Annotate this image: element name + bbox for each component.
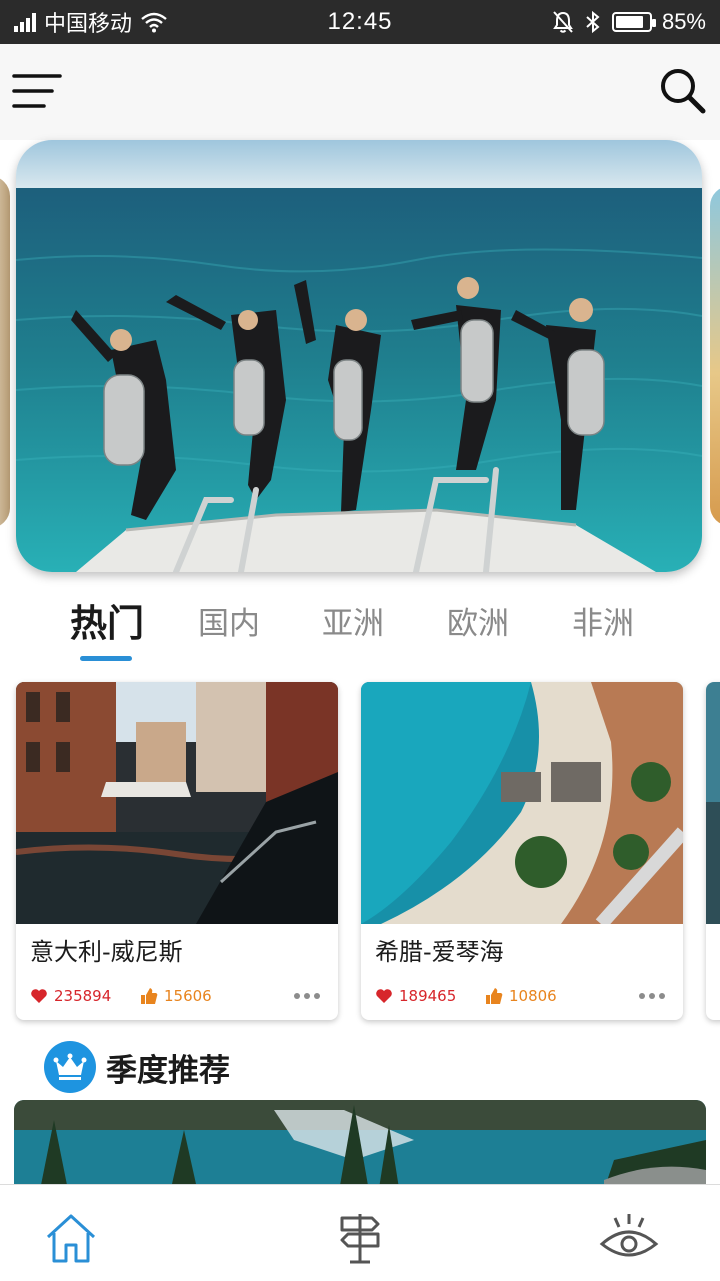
hamburger-menu-icon[interactable] [12, 72, 64, 112]
season-title: 季度推荐 [106, 1052, 230, 1089]
eye-icon [599, 1214, 659, 1257]
tab-hot[interactable]: 热门 [52, 590, 162, 650]
more-options-icon[interactable] [290, 989, 324, 1003]
signpost-icon [340, 1214, 380, 1264]
battery-percent: 85% [661, 9, 706, 34]
active-tab-indicator [80, 656, 132, 661]
more-options-icon[interactable] [635, 989, 669, 1003]
destination-title: 意大利-威尼斯 [30, 938, 183, 966]
thumbs-count[interactable]: 15606 [140, 987, 212, 1005]
destination-stats: 235894 15606 [30, 982, 324, 1010]
destination-card-aegean[interactable]: 希腊-爱琴海 189465 10806 [361, 682, 683, 1020]
carousel-next-slide[interactable] [710, 186, 720, 526]
likes-count[interactable]: 235894 [30, 987, 140, 1005]
thumbs-up-icon [141, 988, 158, 1004]
nav-guide[interactable] [325, 1203, 395, 1273]
mute-bell-icon [553, 11, 573, 33]
likes-value: 189465 [399, 987, 457, 1005]
tab-asia[interactable]: 亚洲 [298, 590, 408, 650]
carousel-prev-slide[interactable] [0, 176, 10, 528]
tab-domestic[interactable]: 国内 [174, 590, 284, 650]
thumbs-up-icon [486, 988, 503, 1004]
category-tabs: 热门 国内 亚洲 欧洲 非洲 [0, 590, 720, 670]
season-section-header: 季度推荐 [44, 1038, 230, 1096]
heart-icon [31, 989, 47, 1003]
venice-canal-photo [16, 682, 338, 924]
destination-card-next[interactable] [706, 682, 720, 1020]
destination-card-venice[interactable]: 意大利-威尼斯 235894 15606 [16, 682, 338, 1020]
app-header [0, 44, 720, 140]
battery-icon [611, 12, 656, 32]
likes-count[interactable]: 189465 [375, 987, 485, 1005]
status-bar: 中国移动 12:45 85% [0, 0, 720, 44]
thumbs-value: 10806 [509, 987, 557, 1005]
bottom-navigation [0, 1184, 720, 1281]
nav-home[interactable] [36, 1203, 106, 1273]
thumbs-value: 15606 [164, 987, 212, 1005]
nav-discover[interactable] [594, 1203, 664, 1273]
next-card-photo [706, 682, 720, 924]
crown-icon [44, 1041, 96, 1093]
hero-banner[interactable] [16, 140, 702, 572]
destination-stats: 189465 10806 [375, 982, 669, 1010]
tab-africa[interactable]: 非洲 [548, 590, 658, 650]
scuba-divers-photo [16, 140, 702, 572]
thumbs-count[interactable]: 10806 [485, 987, 557, 1005]
aegean-beach-photo [361, 682, 683, 924]
destination-title: 希腊-爱琴海 [375, 938, 504, 966]
tab-europe[interactable]: 欧洲 [423, 590, 533, 650]
home-icon [46, 1214, 96, 1263]
search-icon[interactable] [658, 66, 708, 116]
heart-icon [376, 989, 392, 1003]
likes-value: 235894 [54, 987, 112, 1005]
bluetooth-icon [586, 10, 600, 34]
